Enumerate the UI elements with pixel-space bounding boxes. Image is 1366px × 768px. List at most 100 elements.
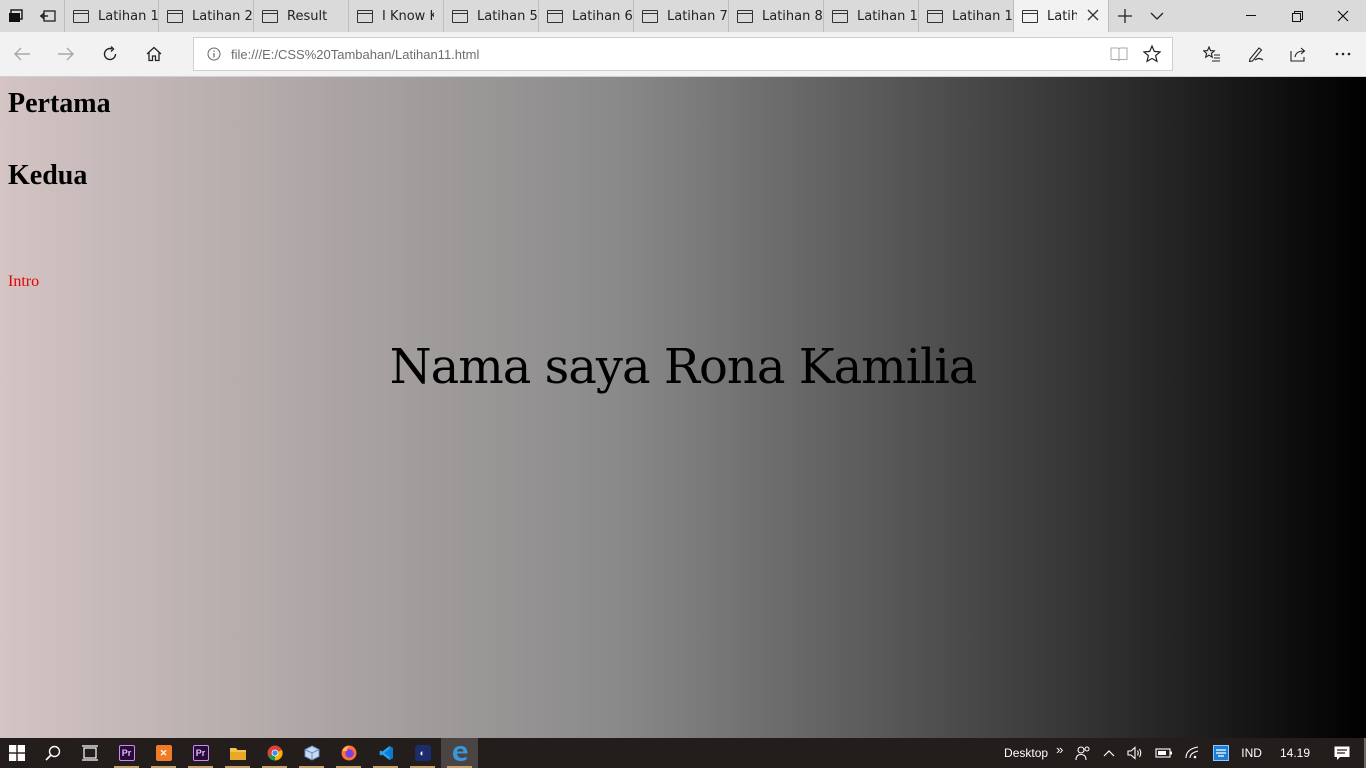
pen-icon	[1248, 47, 1264, 62]
new-tab-button[interactable]	[1109, 0, 1141, 32]
browser-tab[interactable]: Result	[254, 0, 349, 32]
reading-view-icon[interactable]	[1110, 46, 1128, 62]
browser-tab[interactable]: Latihan 6	[539, 0, 634, 32]
premiere-icon: Pr	[118, 745, 135, 761]
taskbar-premiere[interactable]: Pr	[108, 738, 145, 768]
onscreen-keyboard-button[interactable]	[1207, 738, 1235, 768]
chrome-icon	[267, 745, 283, 761]
add-notes-button[interactable]	[1240, 39, 1272, 69]
back-button[interactable]	[6, 39, 38, 69]
browser-tab[interactable]: Latihan 1	[64, 0, 159, 32]
wifi-icon	[1185, 746, 1199, 759]
input-language-button[interactable]: IND	[1235, 738, 1268, 768]
battery-icon	[1155, 748, 1173, 758]
taskbar-xampp[interactable]: ✕	[145, 738, 182, 768]
heading-kedua: Kedua	[8, 160, 88, 191]
close-icon	[1337, 10, 1349, 22]
navigation-bar: file:///E:/CSS%20Tambahan/Latihan11.html	[0, 32, 1366, 77]
home-icon	[146, 46, 162, 62]
page-icon	[832, 9, 848, 23]
tab-label: Latihan 11	[1047, 8, 1077, 24]
intro-text: Intro	[8, 273, 40, 290]
search-button[interactable]	[34, 738, 71, 768]
page-icon	[357, 9, 373, 23]
vscode-icon	[378, 746, 393, 760]
browser-tab[interactable]: Latihan 7	[634, 0, 729, 32]
tab-label: Latihan 1	[98, 8, 158, 24]
favorites-hub-button[interactable]	[1196, 39, 1228, 69]
browser-tab[interactable]: Latihan 2	[159, 0, 254, 32]
taskbar-firefox[interactable]	[330, 738, 367, 768]
info-icon[interactable]	[207, 47, 221, 61]
system-tray: Desktop » IND 14.19	[998, 738, 1366, 768]
plus-icon	[1118, 9, 1132, 23]
close-window-button[interactable]	[1320, 0, 1366, 32]
browser-tab[interactable]: Latihan 1	[824, 0, 919, 32]
tab-preview-button[interactable]	[1141, 0, 1173, 32]
back-arrow-icon	[14, 47, 30, 61]
forward-arrow-icon	[58, 47, 74, 61]
minimize-button[interactable]	[1228, 0, 1274, 32]
clock-time: 14.19	[1279, 746, 1310, 760]
volume-button[interactable]	[1121, 738, 1149, 768]
people-button[interactable]	[1069, 738, 1097, 768]
language-label: IND	[1241, 746, 1262, 760]
taskbar: Pr ✕ Pr ◐ Desktop » IND 14.19	[0, 738, 1366, 768]
main-name-text: Nama saya Rona Kamilia	[389, 339, 978, 395]
chevron-up-icon	[1103, 750, 1115, 757]
close-tab-icon[interactable]	[1086, 8, 1100, 22]
taskbar-vscode[interactable]	[367, 738, 404, 768]
home-button[interactable]	[138, 39, 170, 69]
browser-tab[interactable]: Latihan 8	[729, 0, 824, 32]
keyboard-icon	[1213, 745, 1230, 761]
task-view-button[interactable]	[71, 738, 108, 768]
start-button[interactable]	[0, 738, 34, 768]
browser-tab[interactable]: I Know Ko	[349, 0, 444, 32]
forward-button[interactable]	[50, 39, 82, 69]
taskbar-edge[interactable]	[441, 738, 478, 768]
network-button[interactable]	[1179, 738, 1207, 768]
chevron-right-icon: »	[1056, 741, 1064, 757]
clock[interactable]: 14.19	[1268, 738, 1324, 768]
tab-label: Latihan 7	[667, 8, 728, 24]
virtualbox-icon	[304, 745, 319, 761]
people-icon	[1075, 746, 1090, 761]
task-view-icon	[81, 745, 98, 761]
window-controls	[1228, 0, 1366, 32]
desktop-toolbar[interactable]: Desktop »	[998, 738, 1069, 768]
share-button[interactable]	[1283, 39, 1315, 69]
taskbar-chrome[interactable]	[256, 738, 293, 768]
tab-strip: Latihan 1 Latihan 2 Result I Know Ko Lat…	[0, 0, 1366, 32]
tab-label: Result	[287, 8, 328, 24]
set-aside-icon	[40, 10, 56, 22]
taskbar-file-explorer[interactable]	[219, 738, 256, 768]
more-options-button[interactable]	[1327, 39, 1359, 69]
browser-tab[interactable]: Latihan 1	[919, 0, 1014, 32]
chevron-down-icon	[1150, 12, 1164, 20]
premiere-icon: Pr	[192, 745, 209, 761]
refresh-button[interactable]	[94, 39, 126, 69]
heading-pertama: Pertama	[8, 88, 111, 119]
taskbar-virtualbox[interactable]	[293, 738, 330, 768]
tab-label: Latihan 6	[572, 8, 633, 24]
more-dots-icon	[1335, 52, 1351, 56]
show-hidden-icons-button[interactable]	[1097, 738, 1121, 768]
tab-label: Latihan 2	[192, 8, 253, 24]
battery-button[interactable]	[1149, 738, 1179, 768]
favorites-list-icon	[1203, 46, 1220, 62]
browser-tab-active[interactable]: Latihan 11	[1014, 0, 1109, 32]
file-explorer-icon	[229, 747, 246, 760]
taskbar-premiere-2[interactable]: Pr	[182, 738, 219, 768]
address-bar[interactable]: file:///E:/CSS%20Tambahan/Latihan11.html	[193, 37, 1173, 71]
windows-logo-icon	[9, 745, 25, 761]
page-icon	[927, 9, 943, 23]
set-aside-tabs-button[interactable]	[32, 0, 64, 32]
restore-button[interactable]	[1274, 0, 1320, 32]
browser-tab[interactable]: Latihan 5	[444, 0, 539, 32]
favorite-star-icon[interactable]	[1143, 45, 1161, 63]
tab-actions-button[interactable]	[0, 0, 32, 32]
page-icon	[452, 9, 468, 23]
tab-stack-icon	[9, 9, 23, 22]
action-center-button[interactable]	[1324, 738, 1364, 768]
taskbar-app[interactable]: ◐	[404, 738, 441, 768]
